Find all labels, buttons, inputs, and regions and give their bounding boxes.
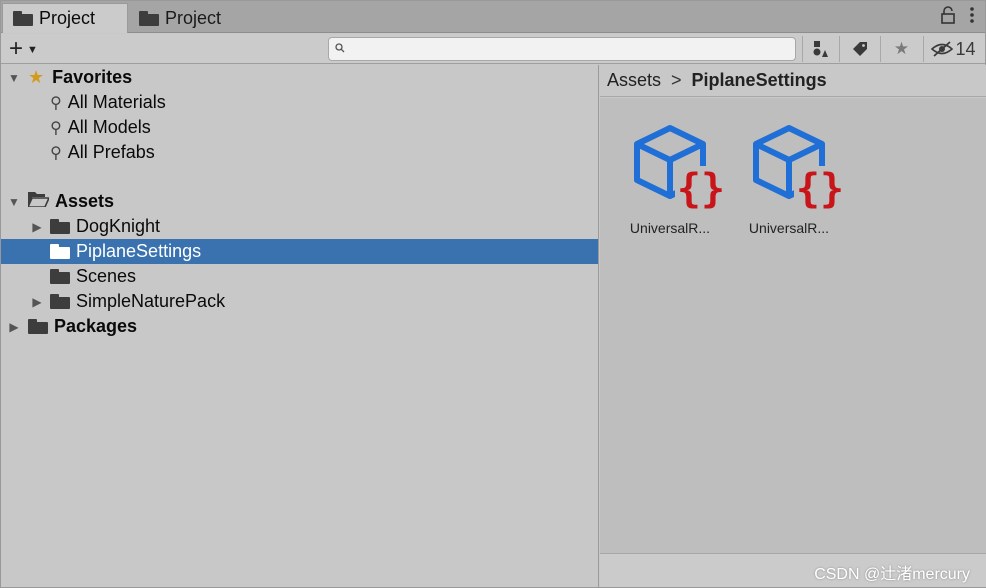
search-input[interactable]	[351, 40, 791, 58]
tree-label: Favorites	[52, 67, 133, 87]
tree-label: Scenes	[76, 266, 137, 286]
scriptable-object-icon: {}	[634, 125, 727, 212]
star-icon: ★	[893, 39, 910, 58]
asset-item[interactable]: {} UniversalR...	[615, 116, 727, 236]
tree-item-all-prefabs[interactable]: ⚲ All Prefabs	[1, 140, 598, 165]
tree-item-simplenaturepack[interactable]: ▶ SimpleNaturePack	[1, 289, 598, 314]
folder-icon	[28, 319, 48, 334]
tree-label: DogKnight	[76, 216, 161, 236]
tab-label: Project	[165, 7, 222, 28]
tree-label: Assets	[55, 191, 115, 211]
search-icon: ⚲	[50, 144, 62, 162]
folder-icon	[13, 11, 33, 26]
tab-label: Project	[39, 8, 96, 28]
folder-icon	[50, 244, 70, 259]
breadcrumb: Assets > PiplaneSettings	[600, 65, 986, 97]
caret-down-icon: ▼	[27, 44, 38, 56]
search-by-type-icon	[813, 41, 828, 57]
tree-label: PiplaneSettings	[76, 241, 202, 261]
label-tag-icon	[852, 42, 867, 56]
tree-item-piplanesettings[interactable]: PiplaneSettings	[1, 239, 598, 264]
scriptable-object-icon: {}	[753, 125, 846, 212]
search-icon: ⚲	[50, 119, 62, 137]
asset-browser: Assets > PiplaneSettings {} UniversalR..…	[600, 65, 986, 587]
tree-item-packages[interactable]: ▶ Packages	[1, 314, 598, 339]
tab-bar: Project Project	[1, 1, 985, 33]
project-window: Project Project + ▼ ★ 14 ▼ ★ Favorites ⚲…	[0, 0, 986, 588]
tree-label: All Prefabs	[67, 142, 155, 162]
asset-label: UniversalR...	[629, 220, 711, 236]
lock-icon[interactable]	[941, 6, 955, 29]
search-by-type-button[interactable]	[802, 36, 838, 62]
tree-label: All Models	[67, 117, 151, 137]
collapse-arrow-icon[interactable]: ▶	[29, 220, 45, 234]
project-tree: ▼ ★ Favorites ⚲ All Materials ⚲ All Mode…	[1, 65, 599, 587]
toolbar: + ▼ ★ 14	[1, 34, 985, 64]
svg-text:{}: {}	[677, 166, 725, 212]
tree-item-dogknight[interactable]: ▶ DogKnight	[1, 214, 598, 239]
search-by-label-button[interactable]	[839, 36, 879, 62]
tree-label: Packages	[54, 316, 138, 336]
search-icon: ⚲	[50, 94, 62, 112]
asset-label: UniversalR...	[748, 220, 830, 236]
folder-icon	[50, 219, 70, 234]
collapse-arrow-icon[interactable]: ▶	[29, 295, 45, 309]
tree-label: SimpleNaturePack	[76, 291, 226, 311]
collapse-arrow-icon[interactable]: ▶	[6, 320, 22, 334]
star-icon: ★	[28, 67, 45, 87]
tab-project-inactive[interactable]: Project	[129, 3, 259, 33]
tab-project-active[interactable]: Project	[2, 3, 128, 33]
hidden-packages-toggle[interactable]: 14	[923, 36, 983, 62]
expand-arrow-icon[interactable]: ▼	[6, 195, 22, 209]
open-folder-icon	[26, 191, 51, 212]
create-button[interactable]: + ▼	[9, 35, 51, 62]
tree-item-favorites[interactable]: ▼ ★ Favorites	[1, 65, 598, 90]
folder-icon	[139, 10, 159, 26]
tree-item-scenes[interactable]: Scenes	[1, 264, 598, 289]
kebab-menu-icon[interactable]	[969, 6, 975, 29]
favorites-filter-button[interactable]: ★	[880, 36, 922, 62]
breadcrumb-root[interactable]: Assets	[607, 70, 661, 91]
search-field[interactable]	[328, 37, 796, 61]
breadcrumb-separator: >	[671, 70, 682, 90]
eye-slash-icon	[931, 41, 954, 57]
expand-arrow-icon[interactable]: ▼	[6, 71, 22, 85]
asset-grid: {} UniversalR... {} UniversalR...	[600, 98, 986, 553]
tree-item-all-materials[interactable]: ⚲ All Materials	[1, 90, 598, 115]
asset-item[interactable]: {} UniversalR...	[734, 116, 846, 236]
tree-item-assets[interactable]: ▼ Assets	[1, 189, 598, 214]
svg-text:{}: {}	[796, 166, 844, 212]
folder-icon	[50, 294, 70, 309]
plus-icon: +	[9, 35, 24, 62]
hidden-packages-count: 14	[955, 38, 976, 59]
tree-item-all-models[interactable]: ⚲ All Models	[1, 115, 598, 140]
folder-icon	[50, 269, 70, 284]
tree-label: All Materials	[67, 92, 166, 112]
search-icon	[335, 42, 345, 56]
breadcrumb-current[interactable]: PiplaneSettings	[692, 70, 827, 91]
watermark: CSDN @辻渚mercury	[814, 566, 970, 583]
